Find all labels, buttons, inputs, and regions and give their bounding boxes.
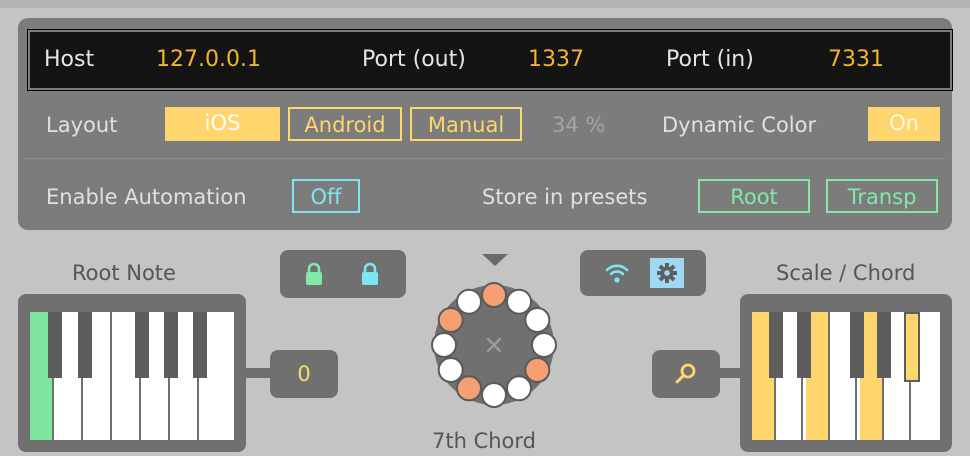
scale-key-fsharp[interactable]	[850, 312, 864, 378]
chord-step-8[interactable]	[437, 357, 464, 383]
root-keyboard[interactable]	[30, 312, 234, 440]
layout-android-button[interactable]: Android	[288, 107, 402, 141]
chord-step-7[interactable]	[456, 375, 482, 402]
scale-key-gsharp[interactable]	[877, 312, 891, 378]
scale-chord-label: Scale / Chord	[776, 261, 916, 285]
automation-label: Enable Automation	[46, 185, 247, 209]
lock-icon[interactable]	[360, 262, 380, 286]
chord-pointer-icon	[482, 254, 508, 266]
scale-key-csharp[interactable]	[769, 312, 783, 378]
gear-icon	[657, 263, 677, 283]
dynamic-color-toggle[interactable]: On	[868, 107, 940, 141]
piano-key-b[interactable]	[204, 312, 234, 440]
scale-key-asharp[interactable]	[904, 312, 920, 382]
scale-search-box[interactable]	[652, 350, 720, 398]
chord-step-9[interactable]	[431, 332, 457, 358]
chord-step-3[interactable]	[531, 332, 557, 358]
chord-step-10[interactable]	[437, 307, 464, 333]
piano-key-asharp[interactable]	[193, 312, 207, 378]
preset-transp-toggle[interactable]: Transp	[826, 179, 938, 213]
automation-toggle[interactable]: Off	[292, 179, 360, 213]
wifi-icon[interactable]	[604, 261, 630, 285]
chord-step-5[interactable]	[506, 375, 532, 402]
layout-label: Layout	[46, 113, 118, 137]
preset-root-toggle[interactable]: Root	[698, 179, 810, 213]
root-note-value-box[interactable]: 0	[270, 350, 338, 398]
layout-ios-button[interactable]: iOS	[165, 107, 280, 141]
chord-step-2[interactable]	[524, 307, 551, 333]
chord-wheel[interactable]	[412, 246, 578, 426]
piano-key-dsharp[interactable]	[78, 312, 92, 378]
panel-divider	[24, 158, 946, 159]
top-strip	[0, 0, 970, 8]
lock-group	[280, 250, 406, 298]
piano-key-gsharp[interactable]	[164, 312, 178, 378]
layout-manual-button[interactable]: Manual	[410, 107, 522, 141]
dynamic-color-label: Dynamic Color	[662, 113, 817, 137]
root-note-label: Root Note	[72, 261, 176, 285]
connection-bar: Host 127.0.0.1 Port (out) 1337 Port (in)…	[28, 30, 952, 90]
chord-label: 7th Chord	[432, 429, 536, 453]
host-value[interactable]: 127.0.0.1	[156, 46, 261, 74]
chord-step-11[interactable]	[456, 288, 482, 315]
chord-step-1[interactable]	[506, 288, 532, 315]
lock-icon[interactable]	[304, 262, 324, 286]
root-note-value: 0	[297, 362, 311, 386]
chord-step-4[interactable]	[524, 357, 551, 383]
port-out-label: Port (out)	[362, 47, 466, 72]
port-out-value[interactable]: 1337	[528, 46, 584, 74]
scale-key-dsharp[interactable]	[797, 312, 811, 378]
scale-keyboard[interactable]	[752, 312, 940, 440]
network-group	[580, 250, 706, 296]
manual-scale-value[interactable]: 34 %	[552, 112, 605, 138]
search-icon	[675, 363, 696, 384]
port-in-value[interactable]: 7331	[828, 46, 884, 74]
chord-step-0[interactable]	[481, 282, 507, 308]
settings-button[interactable]	[650, 258, 684, 288]
port-in-label: Port (in)	[666, 47, 754, 72]
chord-step-6[interactable]	[481, 382, 507, 408]
presets-label: Store in presets	[482, 185, 648, 209]
host-label: Host	[44, 47, 95, 72]
piano-key-csharp[interactable]	[48, 312, 62, 378]
piano-key-fsharp[interactable]	[135, 312, 149, 378]
